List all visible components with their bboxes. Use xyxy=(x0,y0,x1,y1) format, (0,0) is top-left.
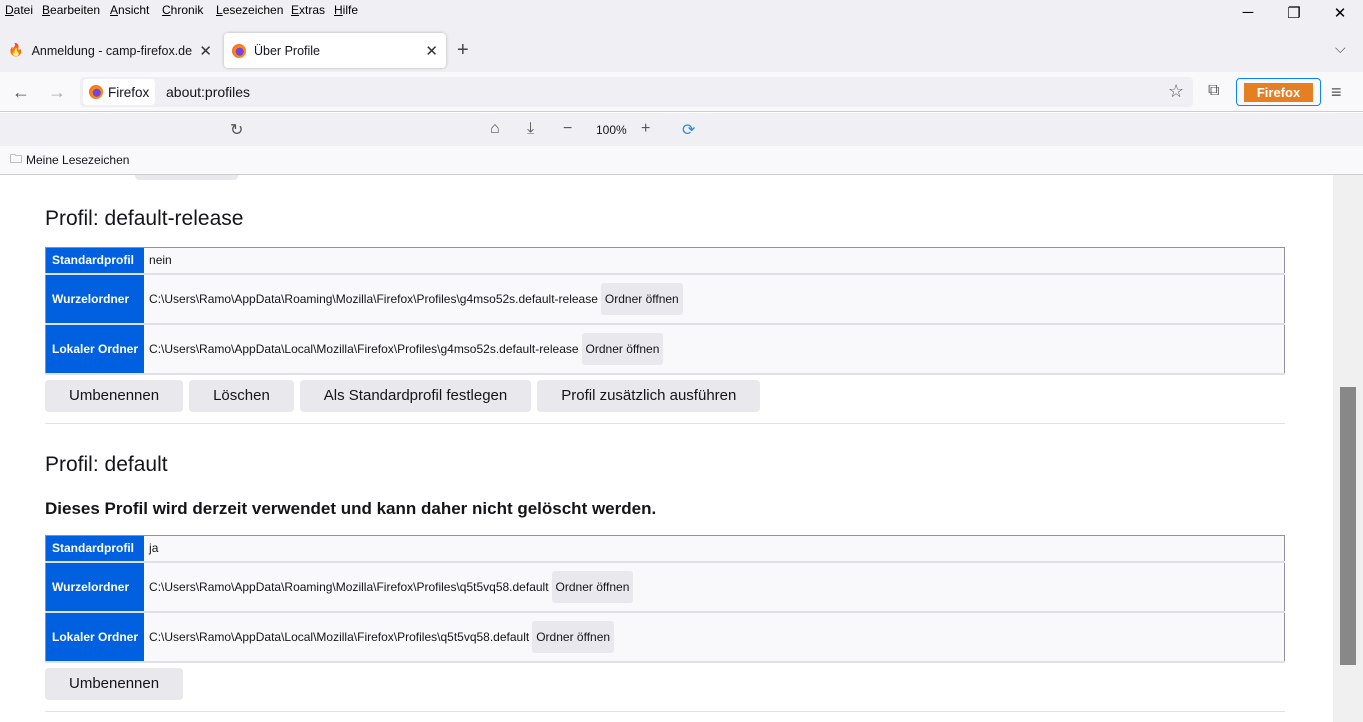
row-value: C:\Users\Ramo\AppData\Local\Mozilla\Fire… xyxy=(149,341,579,356)
row-label: Wurzelordner xyxy=(45,273,145,325)
row-value: C:\Users\Ramo\AppData\Roaming\Mozilla\Fi… xyxy=(149,291,598,306)
table-row: Wurzelordner C:\Users\Ramo\AppData\Roamin… xyxy=(45,561,1285,613)
identity-box[interactable]: Firefox xyxy=(83,79,156,105)
profile-title: Profil: default xyxy=(45,453,168,476)
firefox-icon xyxy=(89,85,103,99)
table-row: Standardprofil ja xyxy=(45,535,1285,563)
bookmarks-toolbar: 🗀 Meine Lesezeichen xyxy=(0,146,1363,175)
open-folder-button[interactable]: Ordner öffnen xyxy=(532,620,615,653)
row-label: Lokaler Ordner xyxy=(45,611,145,663)
menu-datei[interactable]: Datei xyxy=(5,3,33,17)
menu-bearbeiten[interactable]: Bearbeiten xyxy=(42,3,100,17)
row-value: ja xyxy=(144,535,1285,563)
forward-button[interactable]: → xyxy=(48,82,66,103)
delete-button[interactable]: Löschen xyxy=(189,379,294,412)
launch-profile-button[interactable]: Profil zusätzlich ausführen xyxy=(537,379,761,412)
open-folder-button[interactable]: Ordner öffnen xyxy=(551,570,634,603)
back-button[interactable]: ← xyxy=(12,82,30,103)
scrollbar-thumb[interactable] xyxy=(1340,387,1356,665)
row-label: Standardprofil xyxy=(45,535,145,563)
extensions-puzzle-icon[interactable]: ⧉ xyxy=(1208,82,1219,100)
divider xyxy=(45,422,1285,424)
firefox-button[interactable]: Firefox xyxy=(1236,78,1321,106)
hamburger-menu-icon[interactable]: ≡ xyxy=(1331,82,1342,103)
url-input[interactable]: about:profiles xyxy=(166,84,250,100)
folder-icon: 🗀 xyxy=(10,151,23,166)
profile-title: Profil: default-release xyxy=(45,207,244,230)
firefox-icon xyxy=(232,43,246,58)
table-row: Wurzelordner C:\Users\Ramo\AppData\Roamin… xyxy=(45,273,1285,325)
menu-ansicht[interactable]: Ansicht xyxy=(110,3,149,17)
rename-button[interactable]: Umbenennen xyxy=(45,379,184,412)
reload-icon[interactable]: ↻ xyxy=(230,120,243,140)
firefox-button-label: Firefox xyxy=(1244,83,1313,102)
list-tabs-chevron-icon[interactable]: ⌵ xyxy=(1335,40,1346,57)
navigation-bar: ← → Firefox about:profiles ☆ ⧉ Firefox ≡ xyxy=(0,72,1363,112)
flame-icon: 🔥 xyxy=(8,43,24,57)
menu-extras[interactable]: Extras xyxy=(291,3,325,17)
menu-hilfe[interactable]: Hilfe xyxy=(334,3,358,17)
row-value: C:\Users\Ramo\AppData\Roaming\Mozilla\Fi… xyxy=(149,579,549,594)
close-tab-icon[interactable]: ✕ xyxy=(199,42,212,60)
minimize-button[interactable]: ─ xyxy=(1236,4,1260,21)
tab-title: Anmeldung - camp-firefox.de xyxy=(31,43,193,58)
profile-table: Standardprofil ja Wurzelordner C:\Users\Ra… xyxy=(45,535,1285,663)
restore-button[interactable]: ❐ xyxy=(1282,4,1306,22)
row-label: Wurzelordner xyxy=(45,561,145,613)
row-label: Standardprofil xyxy=(45,247,145,275)
zoom-level[interactable]: 100% xyxy=(596,123,627,137)
table-row: Lokaler Ordner C:\Users\Ramo\AppData\Loca… xyxy=(45,323,1285,375)
profile-table: Standardprofil nein Wurzelordner C:\Users\… xyxy=(45,247,1285,375)
download-icon[interactable]: ⤓ xyxy=(527,120,534,138)
open-folder-button[interactable]: Ordner öffnen xyxy=(600,282,683,315)
rename-button[interactable]: Umbenennen xyxy=(45,667,184,700)
close-tab-icon[interactable]: ✕ xyxy=(425,42,438,60)
scrollbar[interactable] xyxy=(1333,175,1363,722)
title-bar: Datei Bearbeiten Ansicht Chronik Lesezei… xyxy=(0,0,1363,72)
row-value: C:\Users\Ramo\AppData\Local\Mozilla\Fire… xyxy=(149,629,530,644)
zoom-in-icon[interactable]: + xyxy=(641,120,650,138)
new-tab-button[interactable]: + xyxy=(457,39,469,62)
table-row: Lokaler Ordner C:\Users\Ramo\AppData\Loca… xyxy=(45,611,1285,663)
home-icon[interactable]: ⌂ xyxy=(490,120,500,138)
url-bar[interactable]: Firefox about:profiles ☆ xyxy=(80,77,1193,107)
toolbar: ↻ ⌂ ⤓ − 100% + ⟳ xyxy=(0,113,1363,146)
close-window-button[interactable]: ✕ xyxy=(1328,4,1352,22)
previous-action-button[interactable] xyxy=(135,175,238,180)
tab-title: Über Profile xyxy=(254,43,320,58)
profile-section: Profil: default-release Standardprofil ne… xyxy=(45,207,1285,424)
table-row: Standardprofil nein xyxy=(45,247,1285,275)
menu-lesezeichen[interactable]: Lesezeichen xyxy=(216,3,283,17)
divider xyxy=(45,710,1285,712)
sync-icon[interactable]: ⟳ xyxy=(682,120,695,140)
set-default-button[interactable]: Als Standardprofil festlegen xyxy=(299,379,532,412)
zoom-out-icon[interactable]: − xyxy=(563,120,572,138)
profile-section: Profil: default Dieses Profil wird derze… xyxy=(45,453,1285,712)
page-content: Profil: default-release Standardprofil ne… xyxy=(0,175,1333,722)
identity-label: Firefox xyxy=(108,84,150,100)
profile-in-use-note: Dieses Profil wird derzeit verwendet und… xyxy=(45,499,657,518)
open-folder-button[interactable]: Ordner öffnen xyxy=(581,332,664,365)
bookmark-folder[interactable]: Meine Lesezeichen xyxy=(26,153,129,167)
tab-ueber-profile[interactable]: Über Profile ✕ xyxy=(224,33,446,68)
menu-chronik[interactable]: Chronik xyxy=(162,3,203,17)
tab-anmeldung[interactable]: 🔥 Anmeldung - camp-firefox.de ✕ xyxy=(0,33,220,68)
bookmark-star-icon[interactable]: ☆ xyxy=(1168,81,1184,102)
row-label: Lokaler Ordner xyxy=(45,323,145,375)
row-value: nein xyxy=(144,247,1285,275)
